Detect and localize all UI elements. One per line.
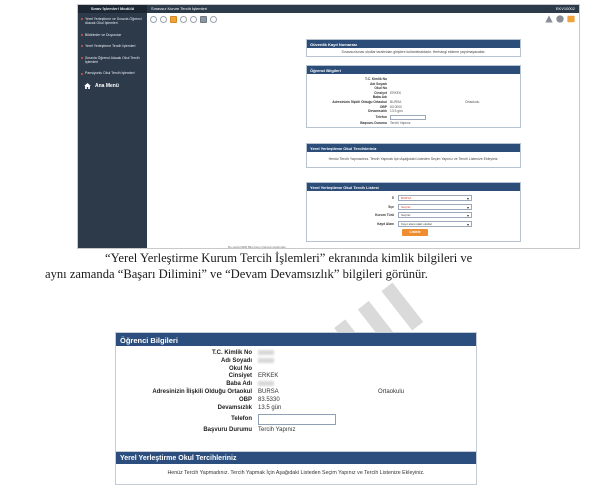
- zoom-phone-input[interactable]: [258, 414, 336, 426]
- sidebar-title: Sınav İşlemleri Modülü: [78, 5, 147, 13]
- panel-guvenlik-kayit: Güvenlik Kayıt Numarası Sınavsız/sınav o…: [306, 39, 521, 57]
- zoom-header: Öğrenci Bilgileri: [116, 333, 476, 346]
- toolbar: [147, 13, 579, 25]
- zoom-field-tc: T.C. Kimlik No: [116, 350, 476, 358]
- field-kurum-turu: Kurum Türü Seçiniz: [310, 212, 517, 219]
- zoom-field-basvuru-durumu: Başvuru Durumu Tercih Yapınız: [203, 427, 296, 434]
- field-devamsizlik: Devamsızlık 13.5 gün: [368, 109, 403, 114]
- zoom-field-baba-adi: Baba Adı: [116, 381, 476, 389]
- zoom-field-okul-no: Okul No: [228, 365, 252, 372]
- field-il: İl BURSA: [310, 195, 517, 202]
- sidebar-item-yerel-yerlestirme[interactable]: Yerel Yerleştirme ve Sınavla Öğrenci Ala…: [78, 13, 147, 29]
- panel-guvenlik-header: Güvenlik Kayıt Numarası: [307, 40, 520, 48]
- field-telefon: Telefon: [310, 114, 517, 120]
- help-icon[interactable]: [556, 15, 564, 23]
- warning-icon[interactable]: [545, 15, 553, 23]
- paragraph-line-1: “Yerel Yerleştirme Kurum Tercih İşlemler…: [105, 251, 473, 265]
- description-paragraph: “Yerel Yerleştirme Kurum Tercih İşlemler…: [45, 250, 575, 282]
- panel-tercihleriniz-header: Yerel Yerleştirme Okul Tercihleriniz: [307, 144, 520, 152]
- zoom-tercihleriniz-text: Henüz Tercih Yapmadınız. Tercih Yapmak İ…: [167, 470, 425, 476]
- phone-input[interactable]: [390, 114, 426, 120]
- zoom-tercihleriniz-header: Yerel Yerleştirme Okul Tercihleriniz: [116, 452, 476, 464]
- field-ilce: İlçe Seçiniz: [310, 203, 517, 210]
- zoom-field-cinsiyet: Cinsiyet ERKEK: [228, 373, 279, 380]
- redacted-value: [258, 350, 274, 355]
- redacted-value: [258, 357, 274, 363]
- cancel-icon[interactable]: [180, 15, 187, 23]
- zoomed-student-form: Öğrenci Bilgileri T.C. Kimlik No Adı Soy…: [115, 332, 477, 485]
- zoom-field-ad-soyad: Adı Soyadı: [116, 357, 476, 366]
- home-icon: [84, 82, 91, 89]
- home-menu-label: Ana Menü: [95, 82, 119, 89]
- panel-tercihleriniz-text: Henüz Tercih Yapmadınız. Tercih Yapmak İ…: [328, 157, 499, 161]
- top-bar: Sınavsız Kurum Tercih İşlemleri EKV10002: [147, 5, 579, 13]
- panel-guvenlik-text: Sınavsız/sınav okullar tarafından girişl…: [341, 50, 486, 54]
- page-title: Sınavsız Kurum Tercih İşlemleri: [151, 6, 207, 11]
- user-id: EKV10002: [555, 6, 575, 11]
- sidebar-item-yerel-tercih[interactable]: Yerel Yerleştirme Tercih İşlemleri: [78, 40, 147, 51]
- exit-icon[interactable]: [567, 15, 575, 23]
- kurum-turu-select[interactable]: Seçiniz: [398, 212, 472, 219]
- panel-ogrenci-header: Öğrenci Bilgileri: [307, 66, 520, 74]
- panel-tercihleriniz: Yerel Yerleştirme Okul Tercihleriniz Hen…: [306, 143, 521, 168]
- redacted-value: [258, 381, 274, 387]
- sidebar: Sınav İşlemleri Modülü Yerel Yerleştirme…: [78, 5, 147, 248]
- add-icon[interactable]: [150, 15, 157, 23]
- zoom-field-ortaokul: Adresinizin İlişkili Olduğu Ortaokul BURS…: [152, 388, 405, 395]
- paragraph-line-2: aynı zamanda “Başarı Dilimini” ve “Devam…: [45, 267, 428, 281]
- zoom-field-devamsizlik: Devamsızlık 13.5 gün: [217, 404, 282, 411]
- il-select[interactable]: BURSA: [398, 195, 472, 202]
- search-icon[interactable]: [190, 15, 197, 23]
- save-icon[interactable]: [170, 15, 177, 23]
- zoom-field-telefon: Telefon: [116, 413, 476, 426]
- zoom-field-obp: OBP 83.5330: [238, 396, 280, 403]
- kayit-alani-select[interactable]: Kayıt alanındaki okullar: [398, 220, 472, 227]
- panel-tercih-listesi: Yerel Yerleştirme Okul Tercih Listesi İl…: [306, 182, 521, 242]
- sidebar-item-pansiyonlu[interactable]: Pansiyonlu Okul Tercih İşlemleri: [78, 67, 147, 78]
- listele-button[interactable]: Listele: [402, 228, 428, 236]
- panel-ogrenci-bilgileri: Öğrenci Bilgileri T.C. Kimlik No Adı Soy…: [306, 65, 521, 129]
- ilce-select[interactable]: Seçiniz: [398, 203, 472, 210]
- footer-note: Bu sayfa MEB Bilgi İşlem Dairesi tarafın…: [228, 245, 287, 249]
- sidebar-item-bildirimler[interactable]: Bildirimler ve Duyurular: [78, 29, 147, 40]
- reload-icon[interactable]: [210, 15, 217, 23]
- print-icon[interactable]: [200, 15, 207, 23]
- field-basvuru-durumu: Başvuru Durumu Tercih Yapınız: [360, 120, 411, 125]
- home-menu-link[interactable]: Ana Menü: [78, 79, 147, 93]
- refresh-icon[interactable]: [160, 15, 167, 23]
- screenshot-tercih-islemleri: Sınav İşlemleri Modülü Yerel Yerleştirme…: [77, 4, 580, 249]
- zoom-tercihleriniz-panel: Yerel Yerleştirme Okul Tercihleriniz Hen…: [116, 451, 476, 476]
- panel-liste-header: Yerel Yerleştirme Okul Tercih Listesi: [307, 183, 520, 191]
- sidebar-item-sinavli-tercih[interactable]: Sınavla Öğrenci Alacak Okul Tercih İşlem…: [78, 52, 147, 68]
- field-kayit-alani: Kayıt Alanı Kayıt alanındaki okullar: [310, 220, 517, 227]
